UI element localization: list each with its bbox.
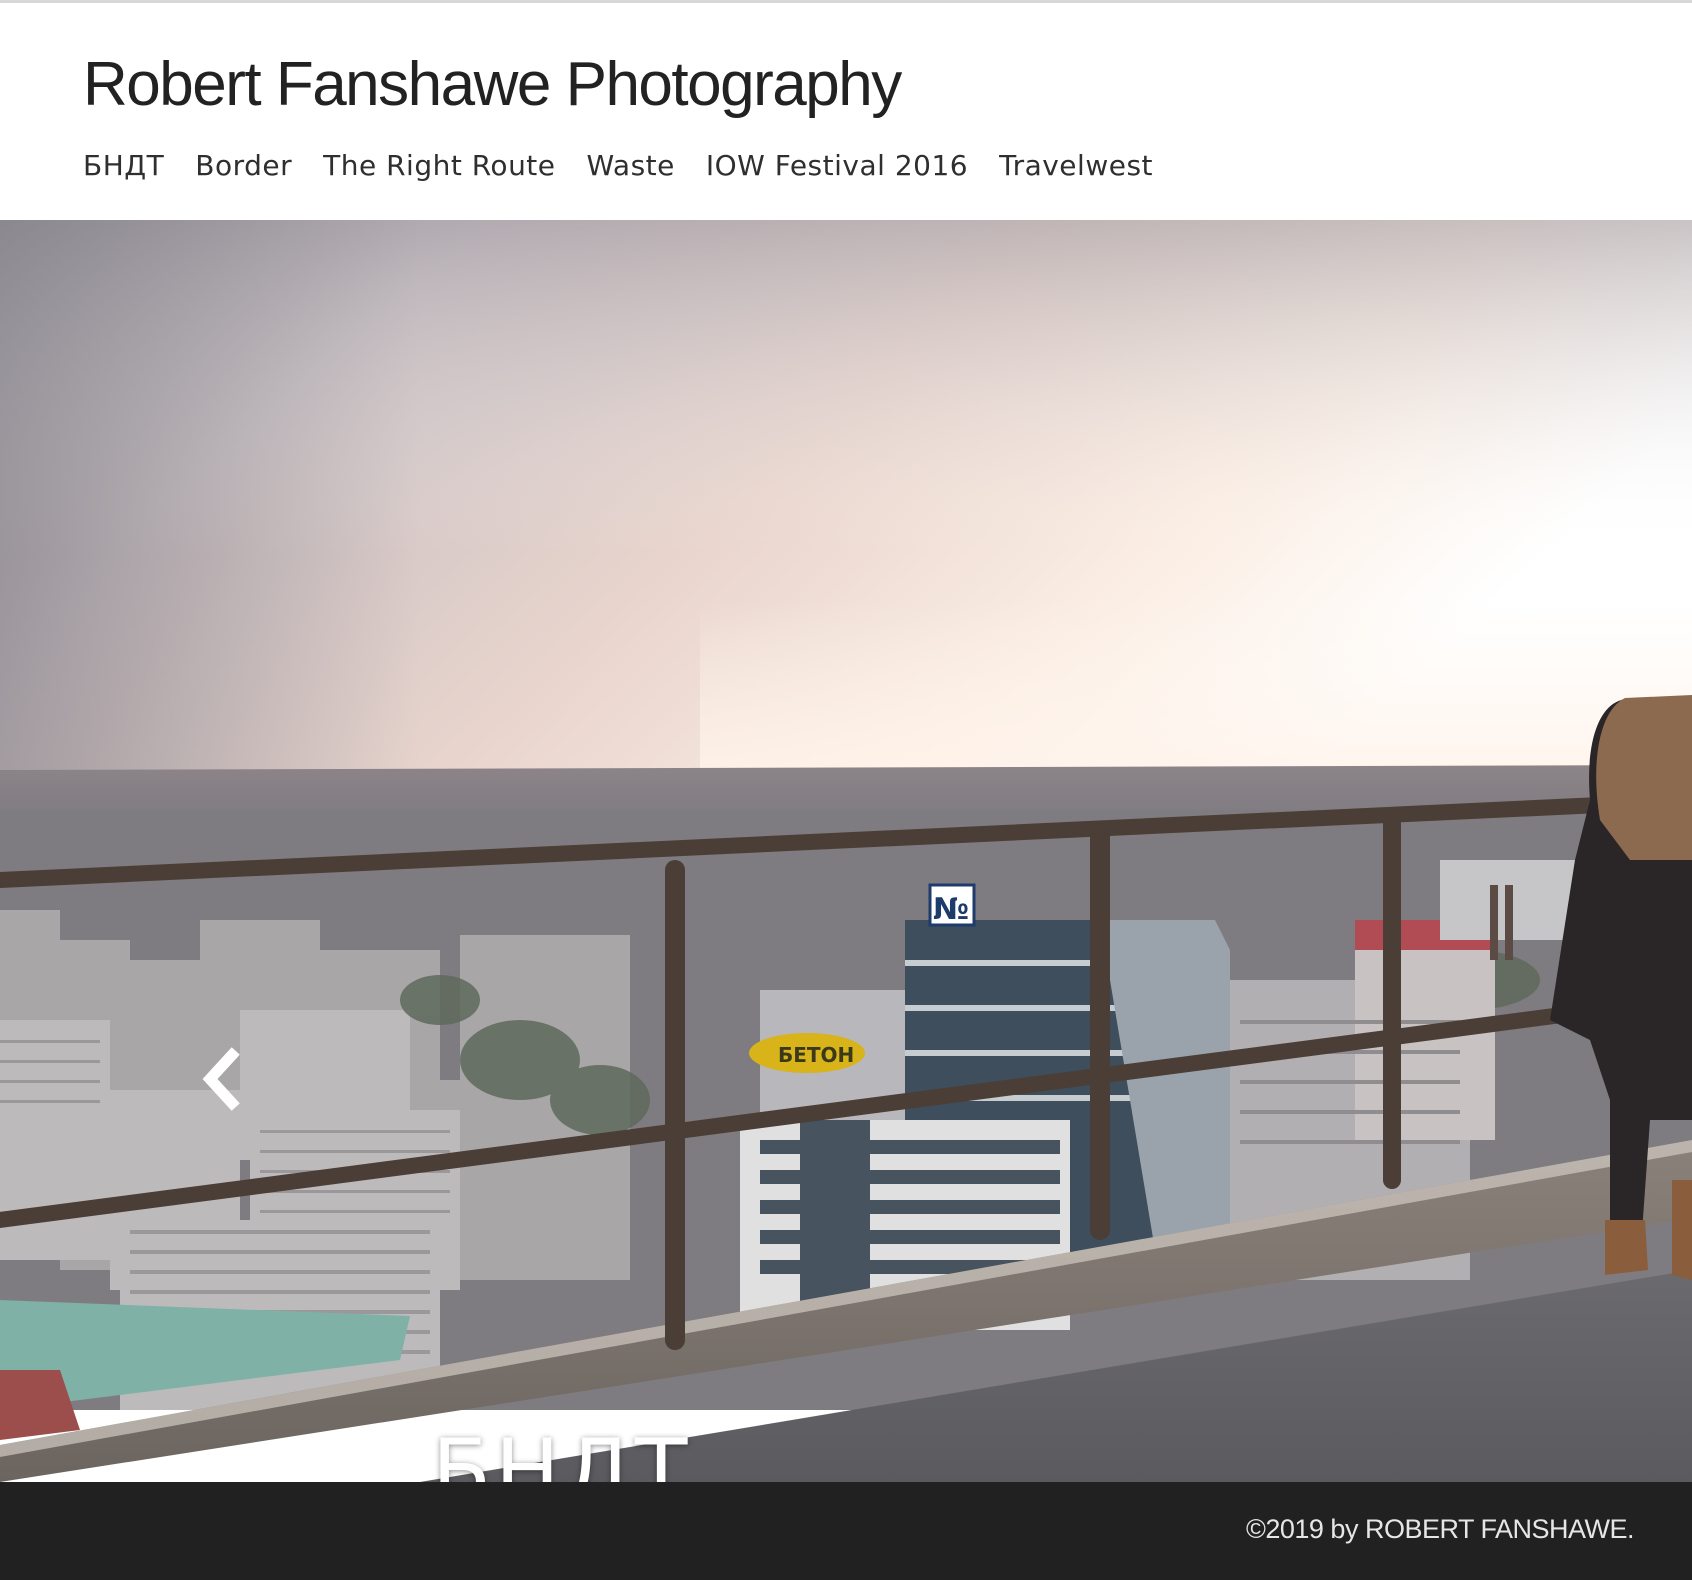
slideshow: № БЕТОН БНДТ: [0, 220, 1692, 1482]
slide-photo: № БЕТОН: [0, 220, 1692, 1482]
nav-item-border[interactable]: Border: [195, 149, 292, 182]
nav-item-the-right-route[interactable]: The Right Route: [323, 149, 555, 182]
site-header: Robert Fanshawe Photography БНДТ Border …: [0, 3, 1692, 220]
prev-slide-button[interactable]: [198, 1047, 244, 1111]
main-nav: БНДТ Border The Right Route Waste IOW Fe…: [83, 149, 1153, 182]
nav-item-bndt[interactable]: БНДТ: [83, 149, 164, 182]
slide-title[interactable]: БНДТ: [432, 1428, 691, 1482]
photo-sign-beton: БЕТОН: [778, 1043, 854, 1067]
nav-item-travelwest[interactable]: Travelwest: [999, 149, 1153, 182]
copyright-text: ©2019 by ROBERT FANSHAWE.: [1245, 1514, 1635, 1544]
nav-item-iow-festival-2016[interactable]: IOW Festival 2016: [706, 149, 968, 182]
site-title[interactable]: Robert Fanshawe Photography: [83, 49, 902, 120]
nav-item-waste[interactable]: Waste: [587, 149, 675, 182]
chevron-left-icon: [202, 1047, 240, 1111]
photo-sign-number: №: [933, 892, 969, 927]
site-footer: ©2019 by ROBERT FANSHAWE.: [0, 1482, 1692, 1580]
